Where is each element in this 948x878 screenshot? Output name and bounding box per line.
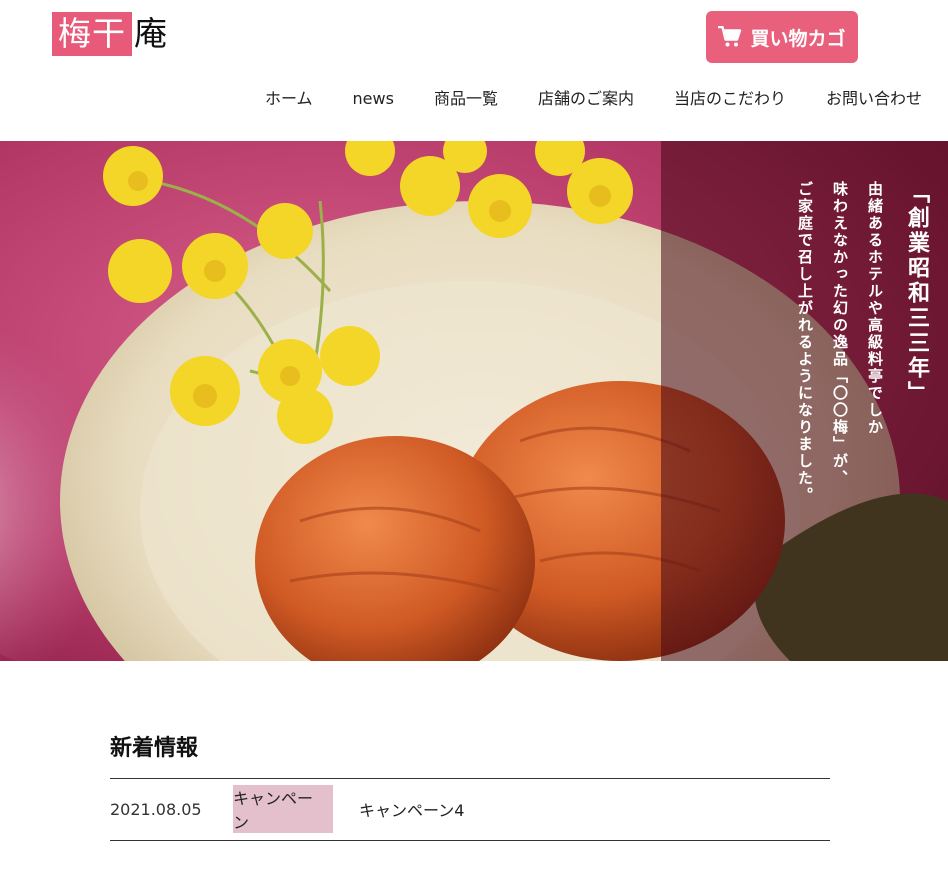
news-date: 2021.08.05 xyxy=(110,799,202,819)
nav-item-contact[interactable]: お問い合わせ xyxy=(826,88,922,110)
news-divider xyxy=(110,840,830,841)
cart-icon xyxy=(718,26,742,47)
site-logo[interactable]: 梅干 庵 xyxy=(52,12,167,56)
nav-item-news[interactable]: news xyxy=(353,88,394,110)
hero-line: ご家庭で召し上がれるようになりました。 xyxy=(796,181,814,504)
news-divider xyxy=(110,778,830,779)
nav-item-products[interactable]: 商品一覧 xyxy=(434,88,498,110)
nav-item-commitment[interactable]: 当店のこだわり xyxy=(674,88,786,110)
hero-banner: 「創業昭和三三年」 由緒あるホテルや高級料亭でしか 味わえなかった幻の逸品「〇〇… xyxy=(0,141,948,661)
hero-copy: 「創業昭和三三年」 由緒あるホテルや高級料亭でしか 味わえなかった幻の逸品「〇〇… xyxy=(781,181,932,504)
news-title-link[interactable]: キャンペーン4 xyxy=(359,797,464,821)
hero-line: 由緒あるホテルや高級料亭でしか xyxy=(866,181,884,436)
logo-highlight: 梅干 xyxy=(52,12,132,56)
main-nav: ホーム news 商品一覧 店舗のご案内 当店のこだわり お問い合わせ xyxy=(265,88,922,110)
hero-line: 味わえなかった幻の逸品「〇〇梅」が、 xyxy=(831,181,849,487)
cart-label: 買い物カゴ xyxy=(750,27,846,50)
nav-item-stores[interactable]: 店舗のご案内 xyxy=(538,88,634,110)
news-heading: 新着情報 xyxy=(110,736,199,761)
hero-title: 「創業昭和三三年」 xyxy=(904,181,929,406)
cart-button[interactable]: 買い物カゴ xyxy=(706,11,858,63)
nav-item-home[interactable]: ホーム xyxy=(265,88,313,110)
news-item[interactable]: 2021.08.05 キャンペーン キャンペーン4 xyxy=(110,785,830,833)
news-category-badge: キャンペーン xyxy=(233,785,333,833)
logo-text: 庵 xyxy=(134,14,167,53)
